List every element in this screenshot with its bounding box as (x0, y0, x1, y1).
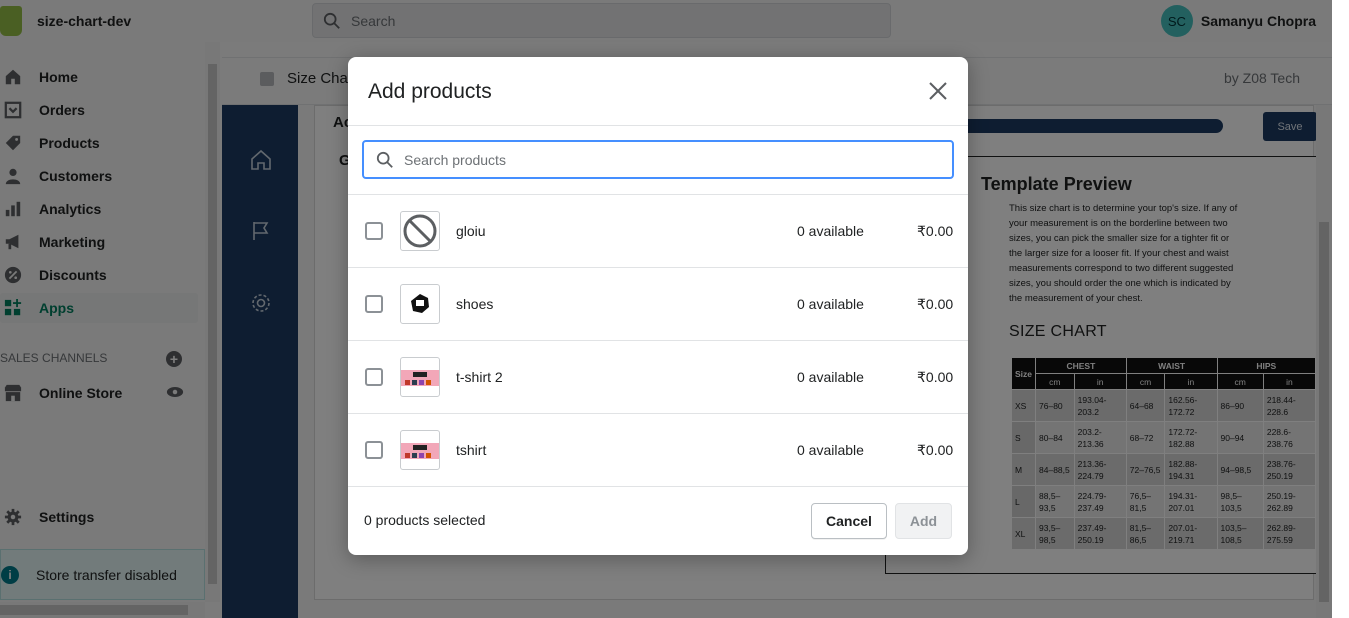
close-icon[interactable] (926, 79, 950, 103)
add-button[interactable]: Add (895, 503, 952, 539)
product-checkbox[interactable] (365, 368, 383, 386)
cancel-button[interactable]: Cancel (811, 503, 887, 539)
product-row-shoes[interactable]: shoes 0 available ₹0.00 (348, 268, 968, 341)
product-price: ₹0.00 (917, 222, 954, 239)
product-name: tshirt (456, 442, 487, 458)
search-icon (376, 151, 393, 168)
product-name: gloiu (456, 223, 486, 239)
selected-count: 0 products selected (364, 512, 486, 528)
product-checkbox[interactable] (365, 441, 383, 459)
product-price: ₹0.00 (917, 295, 954, 312)
shoe-image (400, 284, 440, 324)
product-row-tshirt-2[interactable]: t-shirt 2 0 available ₹0.00 (348, 341, 968, 414)
product-price: ₹0.00 (917, 441, 954, 458)
product-search-field[interactable] (362, 140, 954, 179)
tshirt-image (400, 357, 440, 397)
product-availability: 0 available (797, 296, 864, 312)
product-price: ₹0.00 (917, 368, 954, 385)
product-row-tshirt[interactable]: tshirt 0 available ₹0.00 (348, 414, 968, 487)
add-products-modal: Add products gloiu 0 available ₹0.00 sho… (348, 57, 968, 555)
product-availability: 0 available (797, 442, 864, 458)
product-search-input[interactable] (404, 151, 924, 168)
window-edge (1332, 0, 1349, 618)
modal-footer: 0 products selected Cancel Add (348, 487, 968, 555)
product-row-gloiu[interactable]: gloiu 0 available ₹0.00 (348, 195, 968, 268)
product-checkbox[interactable] (365, 222, 383, 240)
product-name: shoes (456, 296, 494, 312)
modal-header: Add products (348, 57, 968, 126)
no-image-icon (400, 211, 440, 251)
product-checkbox[interactable] (365, 295, 383, 313)
product-name: t-shirt 2 (456, 369, 503, 385)
product-availability: 0 available (797, 223, 864, 239)
tshirt-image (400, 430, 440, 470)
product-search-section (348, 126, 968, 195)
modal-title: Add products (368, 80, 492, 103)
product-availability: 0 available (797, 369, 864, 385)
